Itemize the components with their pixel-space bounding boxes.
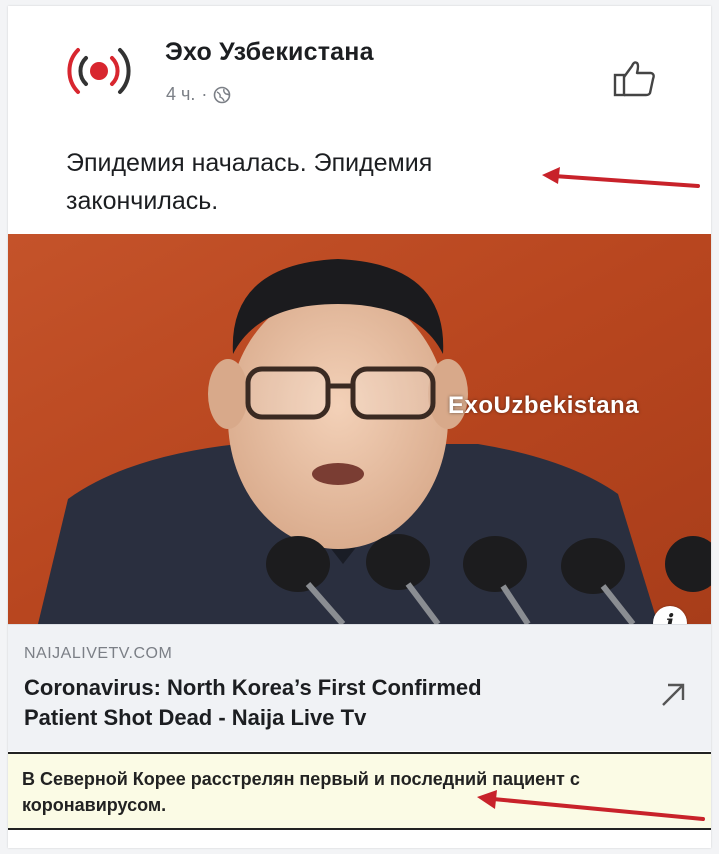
caption-strip: В Северной Корее расстрелян первый и пос…	[8, 752, 711, 830]
post-time[interactable]: 4 ч.	[166, 84, 195, 105]
link-title-line2: Patient Shot Dead - Naija Live Tv	[24, 705, 367, 730]
meta-separator: ·	[201, 84, 208, 104]
external-link-icon[interactable]	[658, 680, 688, 710]
link-domain: NAIJALIVETV.COM	[24, 645, 173, 662]
thumbs-up-icon[interactable]	[613, 58, 657, 98]
post-header: Эхо Узбекистана 4 ч. ·	[8, 6, 711, 116]
post-text-line1: Эпидемия началась. Эпидемия	[66, 149, 433, 177]
link-title-line1: Coronavirus: North Korea’s First Confirm…	[24, 675, 482, 700]
facebook-post-card: Эхо Узбекистана 4 ч. · Эпидемия началась…	[8, 6, 711, 848]
photo-illustration	[8, 234, 711, 624]
post-meta: 4 ч. ·	[166, 84, 231, 105]
globe-icon	[214, 86, 231, 103]
post-text: Эпидемия началась. Эпидемия закончилась.	[66, 144, 586, 220]
page-name[interactable]: Эхо Узбекистана	[165, 38, 374, 67]
link-title[interactable]: Coronavirus: North Korea’s First Confirm…	[24, 673, 624, 733]
post-text-line2: закончилась.	[66, 187, 219, 215]
page-avatar-icon[interactable]	[62, 34, 136, 108]
red-arrow-annotation-bottom	[477, 790, 705, 821]
photo-watermark: EхoUzbekistana	[448, 392, 640, 419]
red-arrow-annotation-top	[542, 167, 700, 188]
link-preview[interactable]: NAIJALIVETV.COM Coronavirus: North Korea…	[8, 624, 711, 751]
post-photo[interactable]: EхoUzbekistana	[8, 234, 711, 624]
